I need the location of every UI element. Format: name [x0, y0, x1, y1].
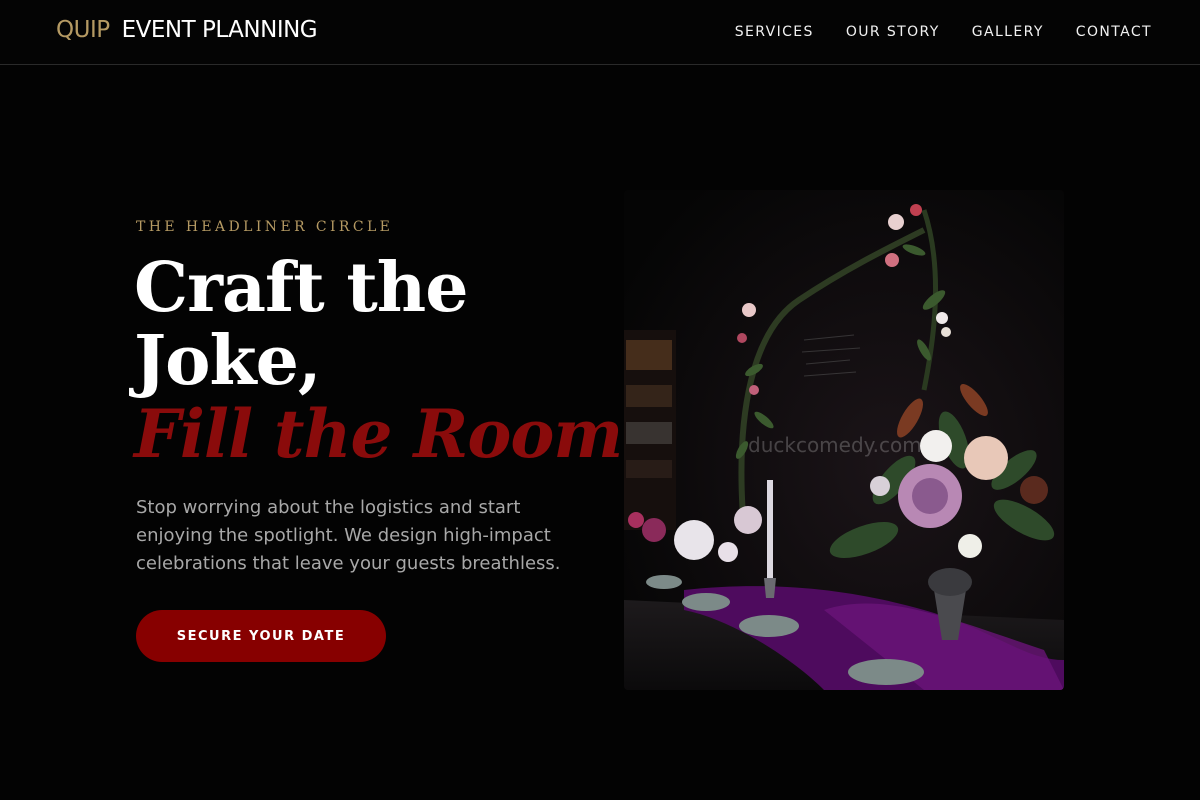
floral-table-image: duckcomedy.com — [624, 190, 1064, 690]
secure-your-date-button[interactable]: SECURE YOUR DATE — [136, 610, 386, 662]
nav-link-our-story[interactable]: OUR STORY — [846, 24, 940, 40]
brand-logo[interactable]: QUIP EVENT PLANNING — [56, 17, 318, 43]
headline-line-2: Joke, — [134, 321, 322, 401]
main-nav: SERVICES OUR STORY GALLERY CONTACT — [735, 24, 1152, 40]
headline-line-3: Fill the Room. — [134, 395, 645, 473]
hero-event-photo: duckcomedy.com — [624, 190, 1064, 690]
top-navigation-bar: QUIP EVENT PLANNING SERVICES OUR STORY GA… — [0, 0, 1200, 65]
brand-accent-text: QUIP — [56, 17, 110, 43]
headline-line-1: Craft the — [134, 248, 468, 328]
brand-name-text: EVENT PLANNING — [121, 17, 318, 43]
nav-link-services[interactable]: SERVICES — [735, 24, 814, 40]
hero-eyebrow: THE HEADLINER CIRCLE — [136, 219, 394, 235]
photo-watermark: duckcomedy.com — [748, 433, 922, 457]
nav-link-contact[interactable]: CONTACT — [1076, 24, 1152, 40]
hero-description: Stop worrying about the logistics and st… — [136, 497, 561, 574]
hero-headline: Craft the Joke, Fill the Room. — [134, 248, 645, 473]
nav-link-gallery[interactable]: GALLERY — [972, 24, 1044, 40]
